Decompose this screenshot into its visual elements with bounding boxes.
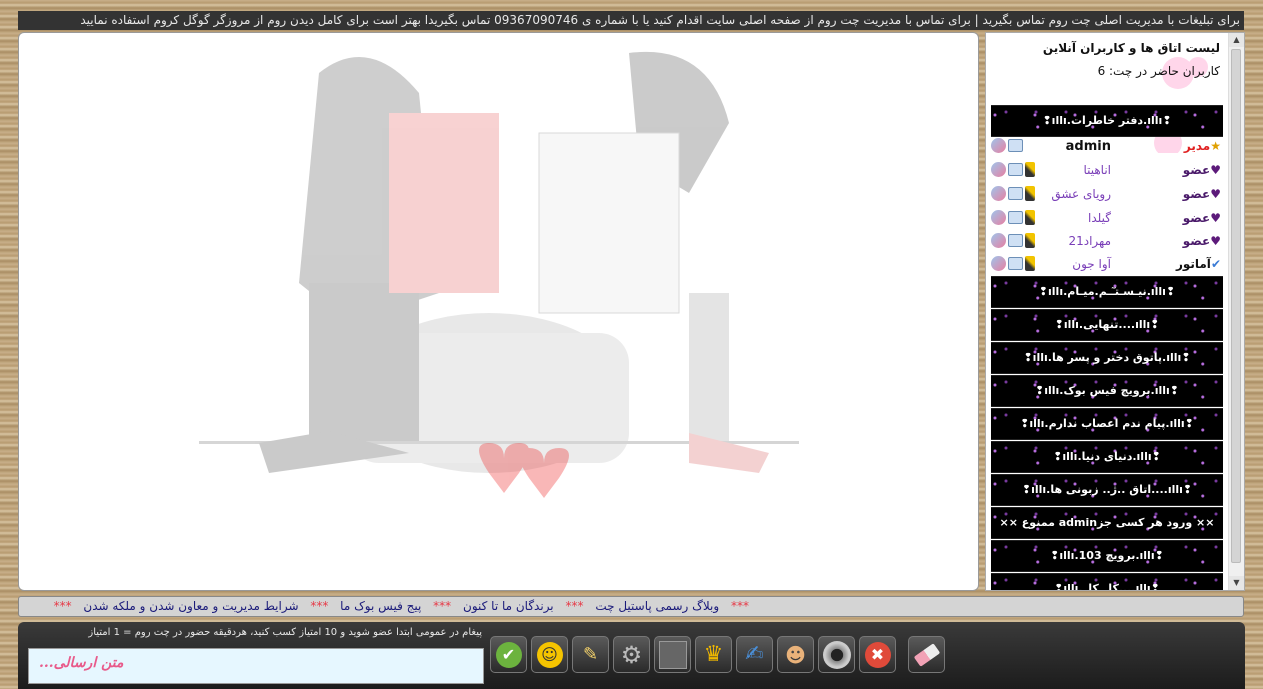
top-notice-bar: برای تبلیغات با مدیریت اصلی چت روم تماس … (18, 11, 1244, 30)
close-icon[interactable]: ✖ (859, 636, 896, 673)
user-rank: ★مدیر (1183, 139, 1221, 153)
room-item[interactable]: ❢ıllı.دنیای دنیا.ıllı❢ (991, 441, 1223, 473)
room-item[interactable]: ❢ıllı....کل کل.ıllı❢ (991, 573, 1223, 590)
user-edit-icon[interactable]: ✍ (736, 636, 773, 673)
user-row[interactable]: رویای عشق ♥عضو (991, 184, 1223, 206)
speaker-icon[interactable] (818, 636, 855, 673)
profile-card-icon[interactable] (1008, 139, 1023, 152)
room-item[interactable]: ❢ıllı.برویچ 103.ıllı❢ (991, 540, 1223, 572)
users-icon[interactable]: ☻ (777, 636, 814, 673)
user-row[interactable]: admin ★مدیر (991, 136, 1223, 158)
active-room-header[interactable]: ❢ıllı.دفتر خاطرات.ıllı❢ (991, 105, 1223, 137)
user-rank: ✔آماتور (1175, 257, 1221, 271)
user-rank: ♥عضو (1182, 163, 1221, 177)
scroll-up-arrow-icon[interactable]: ▲ (1229, 33, 1244, 47)
user-rank: ♥عضو (1182, 211, 1221, 225)
user-row[interactable]: مهراد21 ♥عضو (991, 231, 1223, 253)
user-name[interactable]: admin (1066, 139, 1111, 154)
marquee-link[interactable]: وبلاگ رسمی پاستیل چت (595, 599, 719, 613)
photo-icon[interactable] (654, 636, 691, 673)
private-message-icon[interactable] (991, 186, 1006, 201)
magic-wand-icon[interactable] (1025, 186, 1035, 201)
room-item[interactable]: ❢ıllı.پاتوق دختر و پسر ها.ıllı❢ (991, 342, 1223, 374)
marquee-link[interactable]: پیج فیس بوک ما (340, 599, 421, 613)
sidebar-title: لیست اتاق ها و کاربران آنلاین (1042, 41, 1220, 55)
profile-card-icon[interactable] (1008, 211, 1023, 224)
background-illustration (199, 51, 799, 498)
magic-wand-icon[interactable] (1025, 162, 1035, 177)
heart-icon: ♥ (1210, 187, 1221, 201)
user-row[interactable]: آوا جون ✔آماتور (991, 254, 1223, 276)
heart-icon: ♥ (1210, 234, 1221, 248)
marquee-link[interactable]: شرایط مدیریت و معاون شدن و ملکه شدن (83, 599, 298, 613)
room-item[interactable]: ❢ıllı....اتاق ..ژ.. زبونی ها.ıllı❢ (991, 474, 1223, 506)
verified-check-icon: ✔ (1210, 257, 1221, 271)
check-icon[interactable]: ✔ (490, 636, 527, 673)
star-icon: ★ (1210, 139, 1221, 153)
online-sidebar[interactable]: لیست اتاق ها و کاربران آنلاین کاربران حا… (985, 32, 1245, 591)
user-name[interactable]: آوا جون (1072, 257, 1111, 271)
magic-wand-icon[interactable] (1025, 210, 1035, 225)
top-notice-text: برای تبلیغات با مدیریت اصلی چت روم تماس … (80, 13, 1240, 27)
room-item[interactable]: ❢ıllı.نیـسـتـٓـم.میـام.ıllı❢ (991, 276, 1223, 308)
private-message-icon[interactable] (991, 138, 1006, 153)
scroll-down-arrow-icon[interactable]: ▼ (1229, 576, 1244, 590)
sidebar-scrollbar[interactable]: ▲ ▼ (1228, 33, 1244, 590)
profile-card-icon[interactable] (1008, 187, 1023, 200)
smiley-icon[interactable]: ☺ (531, 636, 568, 673)
composer-hint: پیغام در عمومی ابتدا عضو شوید و 10 امتیا… (88, 627, 482, 638)
trophy-icon[interactable]: ♛ (695, 636, 732, 673)
profile-card-icon[interactable] (1008, 234, 1023, 247)
user-row[interactable]: گیلدا ♥عضو (991, 208, 1223, 230)
user-rank: ♥عضو (1182, 234, 1221, 248)
user-name[interactable]: اناهیتا (1083, 163, 1111, 177)
scroll-thumb[interactable] (1231, 49, 1241, 563)
links-marquee: *** وبلاگ رسمی پاستیل چت *** برندگان ما … (18, 596, 1244, 617)
user-name[interactable]: مهراد21 (1068, 234, 1111, 248)
hearts-decoration (479, 443, 569, 498)
private-message-icon[interactable] (991, 162, 1006, 177)
profile-card-icon[interactable] (1008, 257, 1023, 270)
private-message-icon[interactable] (991, 233, 1006, 248)
profile-card-icon[interactable] (1008, 163, 1023, 176)
magic-wand-icon[interactable] (1025, 233, 1035, 248)
private-message-icon[interactable] (991, 256, 1006, 271)
chat-messages-area[interactable] (18, 32, 979, 591)
eraser-icon[interactable] (908, 636, 945, 673)
room-item[interactable]: ❢ıllı.پیام ندم اعصاب ندارم.ıllı❢ (991, 408, 1223, 440)
user-name[interactable]: گیلدا (1088, 211, 1111, 225)
composer-bar: پیغام در عمومی ابتدا عضو شوید و 10 امتیا… (18, 622, 1245, 689)
online-count: کاربران حاضر در چت: 6 (1097, 64, 1220, 78)
room-item[interactable]: ❢ıllı....تنهایی.ıllı❢ (991, 309, 1223, 341)
user-name[interactable]: رویای عشق (1051, 187, 1111, 201)
magic-wand-icon[interactable] (1025, 256, 1035, 271)
room-item[interactable]: ❢ıllı.برویچ فیس بوک.ıllı❢ (991, 375, 1223, 407)
marquee-link[interactable]: برندگان ما تا کنون (463, 599, 554, 613)
message-input[interactable]: متن ارسالی... (28, 648, 484, 684)
room-item[interactable]: ×× ورود هر کسی جزadmin ممنوع ×× (991, 507, 1223, 539)
user-row[interactable]: اناهیتا ♥عضو (991, 160, 1223, 182)
private-message-icon[interactable] (991, 210, 1006, 225)
heart-icon: ♥ (1210, 163, 1221, 177)
heart-icon: ♥ (1210, 211, 1221, 225)
brushes-icon[interactable]: ✎ (572, 636, 609, 673)
user-rank: ♥عضو (1182, 187, 1221, 201)
gear-icon[interactable]: ⚙ (613, 636, 650, 673)
